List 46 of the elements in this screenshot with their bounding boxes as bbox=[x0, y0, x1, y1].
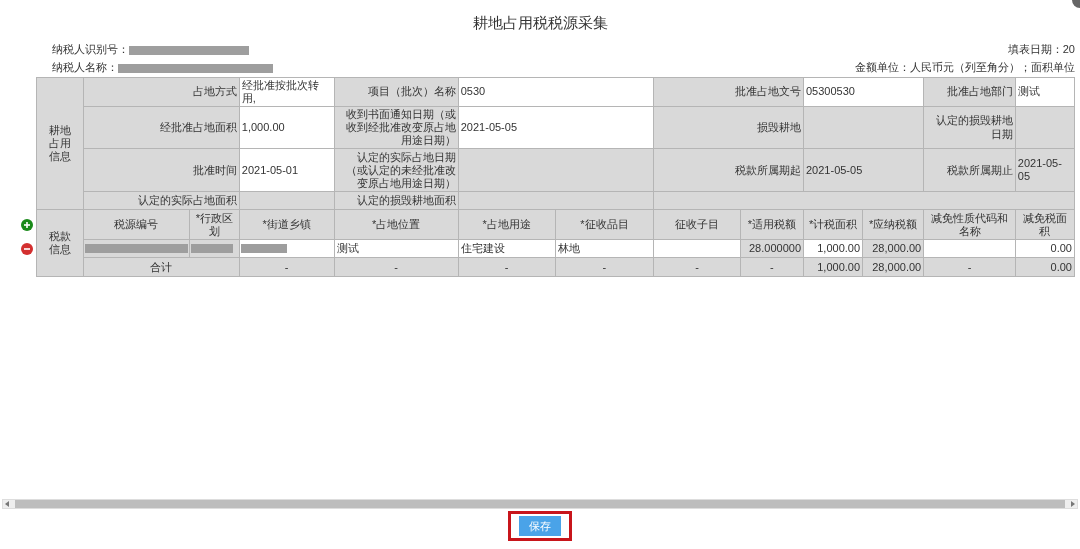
field-label: 收到书面通知日期（或收到经批准改变原占地用途日期） bbox=[334, 106, 459, 149]
column-header: *适用税额 bbox=[740, 209, 804, 240]
section-label: 耕地占用信息 bbox=[48, 123, 73, 164]
column-header: *行政区划 bbox=[189, 209, 240, 240]
field-value[interactable]: 2021-05-01 bbox=[239, 148, 334, 192]
column-header: 税源编号 bbox=[83, 209, 190, 240]
field-label: 认定的实际占地日期（或认定的未经批准改变原占地用途日期） bbox=[334, 148, 459, 192]
column-header: *街道乡镇 bbox=[239, 209, 334, 240]
field-value[interactable]: 0530 bbox=[458, 77, 654, 107]
field-label: 纳税人名称： bbox=[52, 61, 118, 74]
remove-icon[interactable] bbox=[21, 243, 34, 256]
field-value: 2021-05-05 bbox=[1015, 148, 1075, 192]
field-value[interactable]: 经批准按批次转用, bbox=[239, 77, 334, 107]
column-header: *占地位置 bbox=[334, 209, 459, 240]
field-value[interactable]: 测试 bbox=[1015, 77, 1075, 107]
field-label: 认定的损毁耕地日期 bbox=[923, 106, 1016, 149]
close-icon[interactable] bbox=[1072, 0, 1080, 8]
field-label: 税款所属期起 bbox=[653, 148, 804, 192]
column-header: 征收子目 bbox=[653, 209, 741, 240]
column-header: *征收品目 bbox=[555, 209, 654, 240]
field-label: 项目（批次）名称 bbox=[334, 77, 459, 107]
field-label: 经批准占地面积 bbox=[83, 106, 240, 149]
field-label: 损毁耕地 bbox=[653, 106, 804, 149]
scroll-right-icon[interactable] bbox=[1071, 500, 1075, 507]
field-value[interactable]: 05300530 bbox=[803, 77, 924, 107]
units-note: 金额单位：人民币元（列至角分）；面积单位 bbox=[855, 60, 1075, 76]
scroll-left-icon[interactable] bbox=[5, 500, 9, 507]
field-label: 批准时间 bbox=[83, 148, 240, 192]
field-value: 2021-05-05 bbox=[803, 148, 924, 192]
column-header: *占地用途 bbox=[458, 209, 555, 240]
section-label: 税款信息 bbox=[48, 230, 73, 257]
add-icon[interactable] bbox=[21, 219, 34, 232]
column-header: 减免税面积 bbox=[1015, 209, 1075, 240]
field-label: 纳税人识别号： bbox=[52, 43, 129, 56]
column-header: *计税面积 bbox=[803, 209, 863, 240]
field-value[interactable]: 1,000.00 bbox=[239, 106, 334, 149]
field-value[interactable]: 2021-05-05 bbox=[458, 106, 654, 149]
dialog-title: 耕地占用税税源采集 bbox=[471, 13, 609, 33]
field-label: 批准占地部门 bbox=[923, 77, 1016, 107]
column-header: *应纳税额 bbox=[862, 209, 924, 240]
column-header: 减免性质代码和名称 bbox=[923, 209, 1016, 240]
field-label: 批准占地文号 bbox=[653, 77, 804, 107]
field-label: 税款所属期止 bbox=[923, 148, 1016, 192]
fill-date: 填表日期：20 bbox=[1007, 42, 1075, 58]
field-label: 占地方式 bbox=[83, 77, 240, 107]
horizontal-scrollbar[interactable] bbox=[2, 498, 1078, 509]
